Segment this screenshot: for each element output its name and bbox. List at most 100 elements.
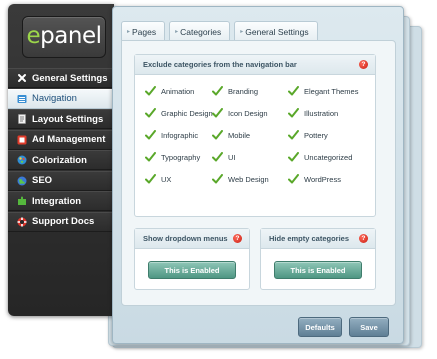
category-label: UI [228, 152, 236, 162]
category-checkbox-item[interactable]: Icon Design [212, 108, 268, 118]
category-label: Mobile [228, 130, 251, 140]
category-checkbox-item[interactable]: UX [145, 174, 171, 184]
x-icon [17, 73, 27, 83]
sidebar-item-general-settings[interactable]: General Settings [8, 68, 114, 88]
category-checkbox-item[interactable]: WordPress [288, 174, 341, 184]
sidebar-item-navigation[interactable]: Navigation [8, 88, 120, 109]
sidebar-item-integration[interactable]: Integration [8, 191, 114, 211]
help-icon[interactable]: ? [233, 234, 242, 243]
checkmark-icon [288, 152, 299, 162]
category-checkbox-item[interactable]: Infographic [145, 130, 198, 140]
sidebar-item-label: Colorization [32, 154, 87, 166]
category-label: Pottery [304, 130, 328, 140]
sidebar-nav: General Settings Navigation Layout Setti… [8, 68, 120, 232]
category-label: WordPress [304, 174, 341, 184]
checkmark-icon [288, 86, 299, 96]
checkmark-icon [288, 174, 299, 184]
epanel-logo: epanel [22, 16, 106, 58]
category-label: Infographic [161, 130, 199, 140]
category-label: Branding [228, 86, 259, 96]
tab-arrow-icon: ▸ [127, 29, 131, 35]
sidebar: epanel General Settings Navigation Layou… [8, 4, 120, 316]
epanel-window: epanel General Settings Navigation Layou… [0, 0, 437, 359]
sidebar-item-label: SEO [32, 175, 53, 186]
tab-label: Categories [180, 26, 222, 37]
help-icon[interactable]: ? [359, 60, 368, 69]
sidebar-item-label: Support Docs [32, 216, 95, 227]
logo-text: panel [40, 23, 102, 49]
category-checkbox-item[interactable]: Illustration [288, 108, 338, 118]
lifebuoy-icon [17, 217, 27, 227]
tab-arrow-icon: ▸ [175, 29, 179, 35]
box-title: Exclude categories from the navigation b… [143, 60, 297, 69]
category-checkbox-item[interactable]: Pottery [288, 130, 328, 140]
sidebar-item-support-docs[interactable]: Support Docs [8, 211, 114, 232]
sidebar-item-layout-settings[interactable]: Layout Settings [8, 109, 114, 129]
category-label: Icon Design [228, 108, 268, 118]
checkmark-icon [145, 130, 156, 140]
hide-empty-categories-box: Hide empty categories ? This is Enabled [260, 228, 376, 290]
sidebar-item-label: Layout Settings [32, 113, 104, 125]
logo-accent: e [26, 23, 41, 49]
empty-categories-toggle-button[interactable]: This is Enabled [274, 261, 362, 279]
category-checkbox-item[interactable]: Uncategorized [288, 152, 352, 162]
category-checkbox-item[interactable]: UI [212, 152, 236, 162]
category-checkbox-item[interactable]: Typography [145, 152, 200, 162]
sidebar-item-colorization[interactable]: Colorization [8, 150, 114, 170]
sidebar-item-label: Integration [32, 195, 82, 207]
sidebar-item-ad-management[interactable]: Ad Management [8, 129, 114, 150]
checkmark-icon [212, 108, 223, 118]
tab-arrow-icon: ▸ [240, 29, 244, 35]
category-checkbox-item[interactable]: Branding [212, 86, 258, 96]
category-checkbox-item[interactable]: Animation [145, 86, 194, 96]
checkmark-icon [288, 130, 299, 140]
settings-panel: ▸ Pages ▸ Categories ▸ General Settings Exc… [112, 6, 404, 344]
checkmark-icon [145, 108, 156, 118]
box-header: Hide empty categories ? [261, 229, 375, 249]
checkmark-icon [212, 130, 223, 140]
category-label: Graphic Design [161, 108, 213, 118]
box-header: Show dropdown menus ? [135, 229, 249, 249]
tab-label: General Settings [245, 26, 309, 37]
category-checkbox-item[interactable]: Elegant Themes [288, 86, 358, 96]
category-checkbox-item[interactable]: Web Design [212, 174, 269, 184]
category-label: Elegant Themes [304, 86, 359, 96]
checkmark-icon [145, 152, 156, 162]
checkmark-icon [212, 174, 223, 184]
tab-categories[interactable]: ▸ Categories [169, 21, 231, 41]
category-label: Illustration [304, 108, 339, 118]
ad-icon [17, 135, 27, 145]
tab-label: Pages [132, 26, 157, 37]
category-label: Animation [161, 86, 195, 96]
puzzle-icon [17, 196, 27, 206]
dropdown-menus-toggle-button[interactable]: This is Enabled [148, 261, 236, 279]
document-icon [17, 114, 27, 124]
category-checkbox-item[interactable]: Mobile [212, 130, 250, 140]
checkmark-icon [212, 86, 223, 96]
defaults-button[interactable]: Defaults [298, 317, 342, 337]
help-icon[interactable]: ? [359, 234, 368, 243]
sidebar-item-label: Navigation [32, 93, 77, 104]
show-dropdown-menus-box: Show dropdown menus ? This is Enabled [134, 228, 250, 290]
sidebar-item-label: Ad Management [32, 134, 106, 145]
category-label: UX [161, 174, 172, 184]
box-title: Hide empty categories [269, 234, 350, 243]
list-icon [17, 94, 27, 104]
box-title: Show dropdown menus [143, 234, 228, 243]
tab-bar: ▸ Pages ▸ Categories ▸ General Settings [121, 21, 322, 41]
globe-icon [17, 176, 27, 186]
box-header: Exclude categories from the navigation b… [135, 55, 375, 75]
save-button[interactable]: Save [349, 317, 389, 337]
checkmark-icon [212, 152, 223, 162]
checkmark-icon [145, 174, 156, 184]
tab-general-settings[interactable]: ▸ General Settings [234, 21, 318, 41]
category-label: Typography [161, 152, 201, 162]
sidebar-item-seo[interactable]: SEO [8, 170, 114, 191]
category-label: Uncategorized [304, 152, 353, 162]
checkmark-icon [145, 86, 156, 96]
exclude-categories-box: Exclude categories from the navigation b… [134, 54, 376, 217]
category-label: Web Design [228, 174, 269, 184]
category-checkbox-item[interactable]: Graphic Design [145, 108, 213, 118]
tab-pages[interactable]: ▸ Pages [121, 21, 166, 41]
palette-icon [17, 155, 27, 165]
